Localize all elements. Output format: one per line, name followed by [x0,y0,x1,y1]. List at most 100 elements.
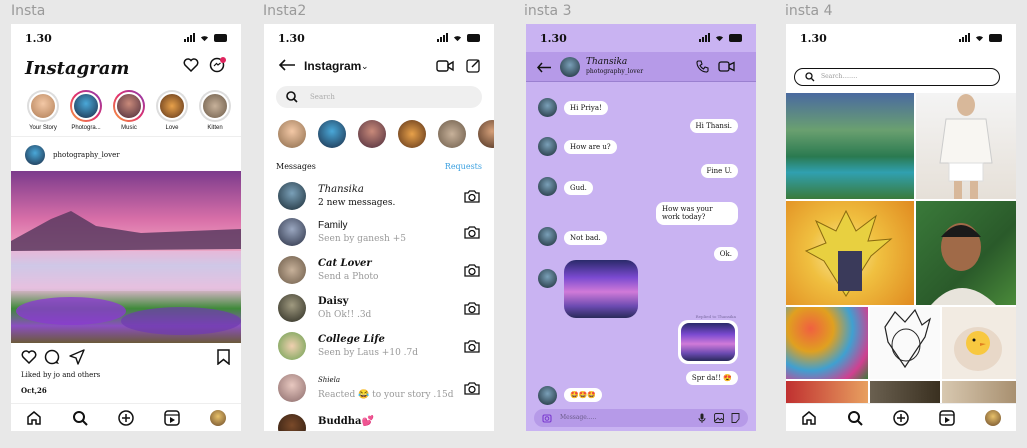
avatar [278,374,306,402]
avatar [278,294,306,322]
story-kitten[interactable]: Kitten [197,90,233,131]
home-icon[interactable] [798,407,820,429]
story-music[interactable]: Music [111,90,147,131]
reply-note: Replied to Thansika [695,314,736,319]
feed-screen: 1.30 Instagram Your Story Photogra... Mu… [11,24,241,431]
avatar [278,182,306,210]
chevron-down-icon[interactable]: ⌄ [361,61,369,72]
story-love[interactable]: Love [154,90,190,131]
liked-by-text: Liked by jo and others [21,371,101,379]
reels-icon[interactable] [936,407,958,429]
explore-tile-lake[interactable] [786,93,914,199]
back-arrow-icon[interactable] [278,59,296,71]
search-icon [805,72,815,82]
chat-row-shiela[interactable]: Shiela Reacted 😂 to your story .15d [278,374,484,406]
sticker-icon[interactable] [731,413,740,423]
camera-icon[interactable] [542,413,552,423]
chat-row-family[interactable]: Family Seen by ganesh +5 [278,218,484,250]
story-your-story[interactable]: Your Story [25,90,61,131]
microphone-icon[interactable] [698,413,706,423]
chat-name: Family [318,220,348,231]
back-arrow-icon[interactable] [536,62,552,73]
status-bar: 1.30 [278,32,480,46]
chat-row-thansika[interactable]: Thansika 2 new messages. [278,182,484,214]
explore-tile-bride[interactable] [786,381,868,403]
phone-icon[interactable] [696,60,709,73]
active-avatar[interactable] [278,120,306,148]
chat-row-cat-lover[interactable]: Cat Lover Send a Photo [278,256,484,288]
post-image[interactable] [11,171,241,343]
active-avatar[interactable] [358,120,386,148]
profile-avatar[interactable] [207,407,229,429]
explore-search-bar[interactable]: Search........ [794,68,1000,86]
camera-icon[interactable] [464,381,480,395]
message-composer[interactable]: Message..... [534,409,748,427]
story-photography[interactable]: Photogra... [68,90,104,131]
video-call-icon[interactable] [436,60,454,72]
chat-row-daisy[interactable]: Daisy Oh Ok!! .3d [278,294,484,326]
add-icon[interactable] [890,407,912,429]
explore-tile-balloons[interactable] [786,307,868,379]
battery-icon [989,33,1002,42]
signal-icon [699,33,710,42]
chat-row-college-life[interactable]: College Life Seen by Laus +10 .7d [278,332,484,364]
explore-tile-chick[interactable] [942,307,1016,379]
signal-icon [959,33,970,42]
gallery-icon[interactable] [714,413,724,423]
avatar [72,92,100,120]
comment-icon[interactable] [44,349,60,365]
explore-tile-anime[interactable] [786,201,914,305]
camera-icon[interactable] [464,189,480,203]
camera-icon[interactable] [464,339,480,353]
message-bubble-outgoing: Fine U. [700,164,738,178]
active-avatar[interactable] [438,120,466,148]
post-username[interactable]: photography_lover [53,151,120,159]
chat-name: College Life [318,334,385,345]
post-avatar[interactable] [25,145,45,165]
avatar [115,92,143,120]
shared-image-incoming[interactable] [564,260,638,318]
active-avatar[interactable] [398,120,426,148]
contact-subtitle: photography_lover [586,68,644,75]
camera-icon[interactable] [464,263,480,277]
explore-tile-portrait[interactable] [916,201,1016,305]
reels-icon[interactable] [161,407,183,429]
messages-screen: 1.30 Instagram ⌄ Search Messages Request… [264,24,494,431]
status-time: 1.30 [25,32,52,45]
messenger-icon[interactable] [209,57,227,73]
header-title[interactable]: Instagram [304,59,361,73]
chat-header: Thansika photography_lover [526,52,756,82]
explore-tile-animal[interactable] [870,381,940,403]
video-call-icon[interactable] [718,61,735,72]
contact-avatar[interactable] [560,57,580,77]
compose-icon[interactable] [466,58,481,73]
camera-icon[interactable] [464,301,480,315]
explore-tile-misc[interactable] [942,381,1016,403]
search-icon[interactable] [69,407,91,429]
heart-icon[interactable] [183,58,199,72]
bookmark-icon[interactable] [217,349,230,365]
requests-link[interactable]: Requests [445,162,482,171]
search-icon[interactable] [844,407,866,429]
battery-icon [729,33,742,42]
add-icon[interactable] [115,407,137,429]
shared-image-outgoing[interactable] [678,320,738,364]
share-icon[interactable] [69,349,85,365]
explore-tile-sketch[interactable] [870,307,940,379]
frame-label-insta2: Insta2 [263,3,307,19]
contact-name[interactable]: Thansika [586,57,627,67]
active-avatar[interactable] [318,120,346,148]
status-time: 1.30 [540,32,567,45]
chat-row-buddha[interactable]: Buddha💕 [278,414,484,431]
explore-tile-fashion[interactable] [916,93,1016,199]
search-bar[interactable]: Search [276,86,482,108]
profile-avatar[interactable] [982,407,1004,429]
bottom-nav [786,403,1016,431]
avatar [278,256,306,284]
camera-icon[interactable] [464,225,480,239]
home-icon[interactable] [23,407,45,429]
wifi-icon [200,36,209,42]
like-icon[interactable] [21,350,37,364]
active-avatar[interactable] [478,120,494,148]
message-bubble-outgoing: How was your work today? [656,202,738,225]
